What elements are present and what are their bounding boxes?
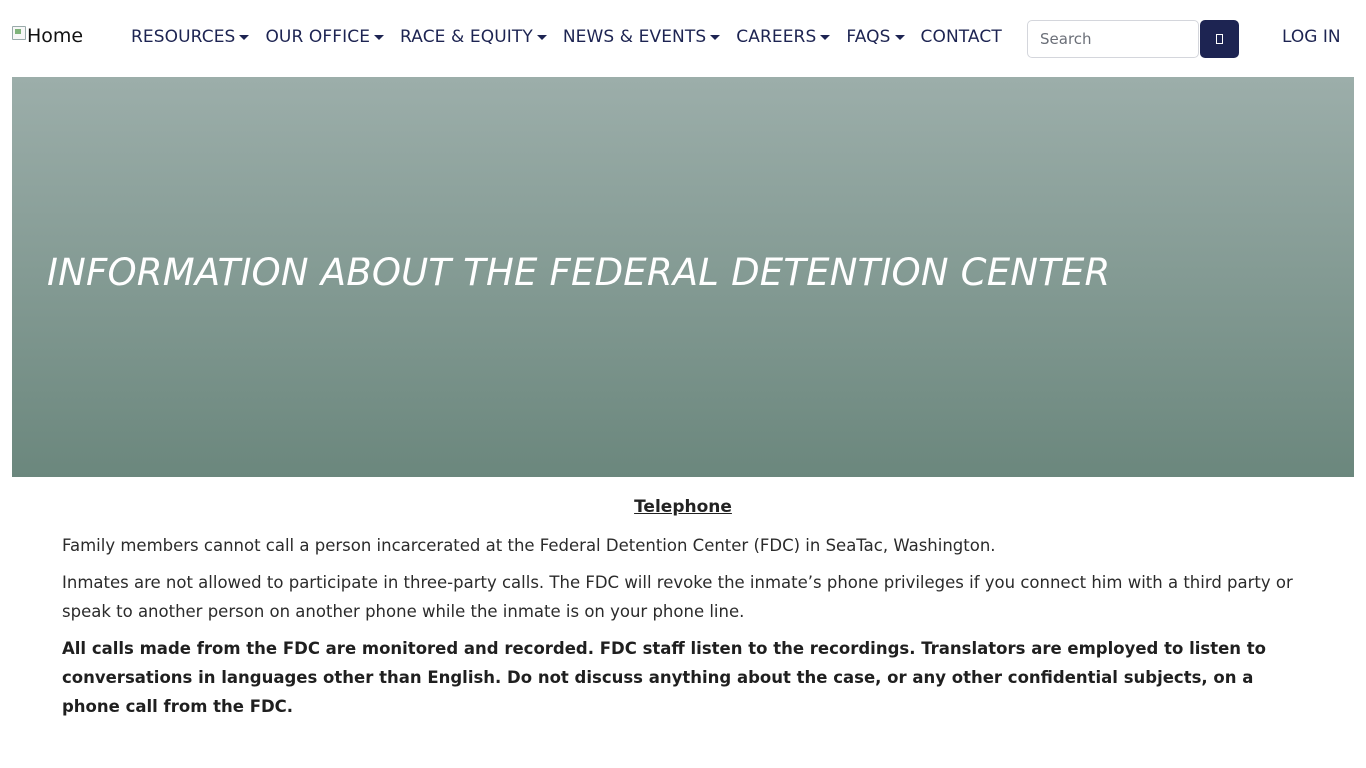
- broken-image-icon: [12, 26, 26, 40]
- main-content: Telephone Family members cannot call a p…: [62, 497, 1304, 729]
- nav-item-label: RACE & EQUITY: [400, 27, 533, 47]
- home-logo-link[interactable]: Home: [12, 25, 83, 47]
- nav-item-contact[interactable]: CONTACT: [921, 27, 1002, 47]
- hero-banner: INFORMATION ABOUT THE FEDERAL DETENTION …: [12, 77, 1354, 477]
- caret-down-icon: [536, 35, 547, 40]
- search-button[interactable]: [1200, 20, 1239, 58]
- logo-alt-text: Home: [27, 25, 84, 47]
- nav-item-label: RESOURCES: [131, 27, 236, 47]
- nav-item-race-equity[interactable]: RACE & EQUITY: [400, 27, 547, 47]
- search-input[interactable]: [1027, 20, 1199, 58]
- page-title: INFORMATION ABOUT THE FEDERAL DETENTION …: [47, 251, 1111, 294]
- caret-down-icon: [374, 35, 385, 40]
- search-form: [1027, 20, 1239, 58]
- caret-down-icon: [710, 35, 721, 40]
- nav-item-label: CONTACT: [920, 27, 1002, 47]
- paragraph-three-party-calls: Inmates are not allowed to participate i…: [62, 573, 1293, 621]
- main-nav: RESOURCES OUR OFFICE RACE & EQUITY NEWS …: [131, 27, 1018, 47]
- nav-item-careers[interactable]: CAREERS: [736, 27, 831, 47]
- section-heading-telephone: Telephone: [634, 497, 732, 517]
- top-navbar: Home RESOURCES OUR OFFICE RACE & EQUITY …: [0, 0, 1366, 77]
- caret-down-icon: [894, 35, 905, 40]
- nav-item-news-events[interactable]: NEWS & EVENTS: [562, 27, 721, 47]
- paragraph-family-calls: Family members cannot call a person inca…: [62, 536, 996, 555]
- login-link[interactable]: LOG IN: [1282, 27, 1341, 47]
- nav-item-faqs[interactable]: FAQS: [846, 27, 905, 47]
- nav-item-label: NEWS & EVENTS: [562, 27, 707, 47]
- nav-item-our-office[interactable]: OUR OFFICE: [265, 27, 385, 47]
- nav-item-label: CAREERS: [736, 27, 817, 47]
- nav-item-resources[interactable]: RESOURCES: [131, 27, 250, 47]
- search-icon: [1216, 34, 1223, 44]
- nav-item-label: OUR OFFICE: [265, 27, 371, 47]
- caret-down-icon: [820, 35, 831, 40]
- caret-down-icon: [239, 35, 250, 40]
- nav-item-label: FAQS: [846, 27, 891, 47]
- paragraph-monitored-calls: All calls made from the FDC are monitore…: [62, 639, 1266, 716]
